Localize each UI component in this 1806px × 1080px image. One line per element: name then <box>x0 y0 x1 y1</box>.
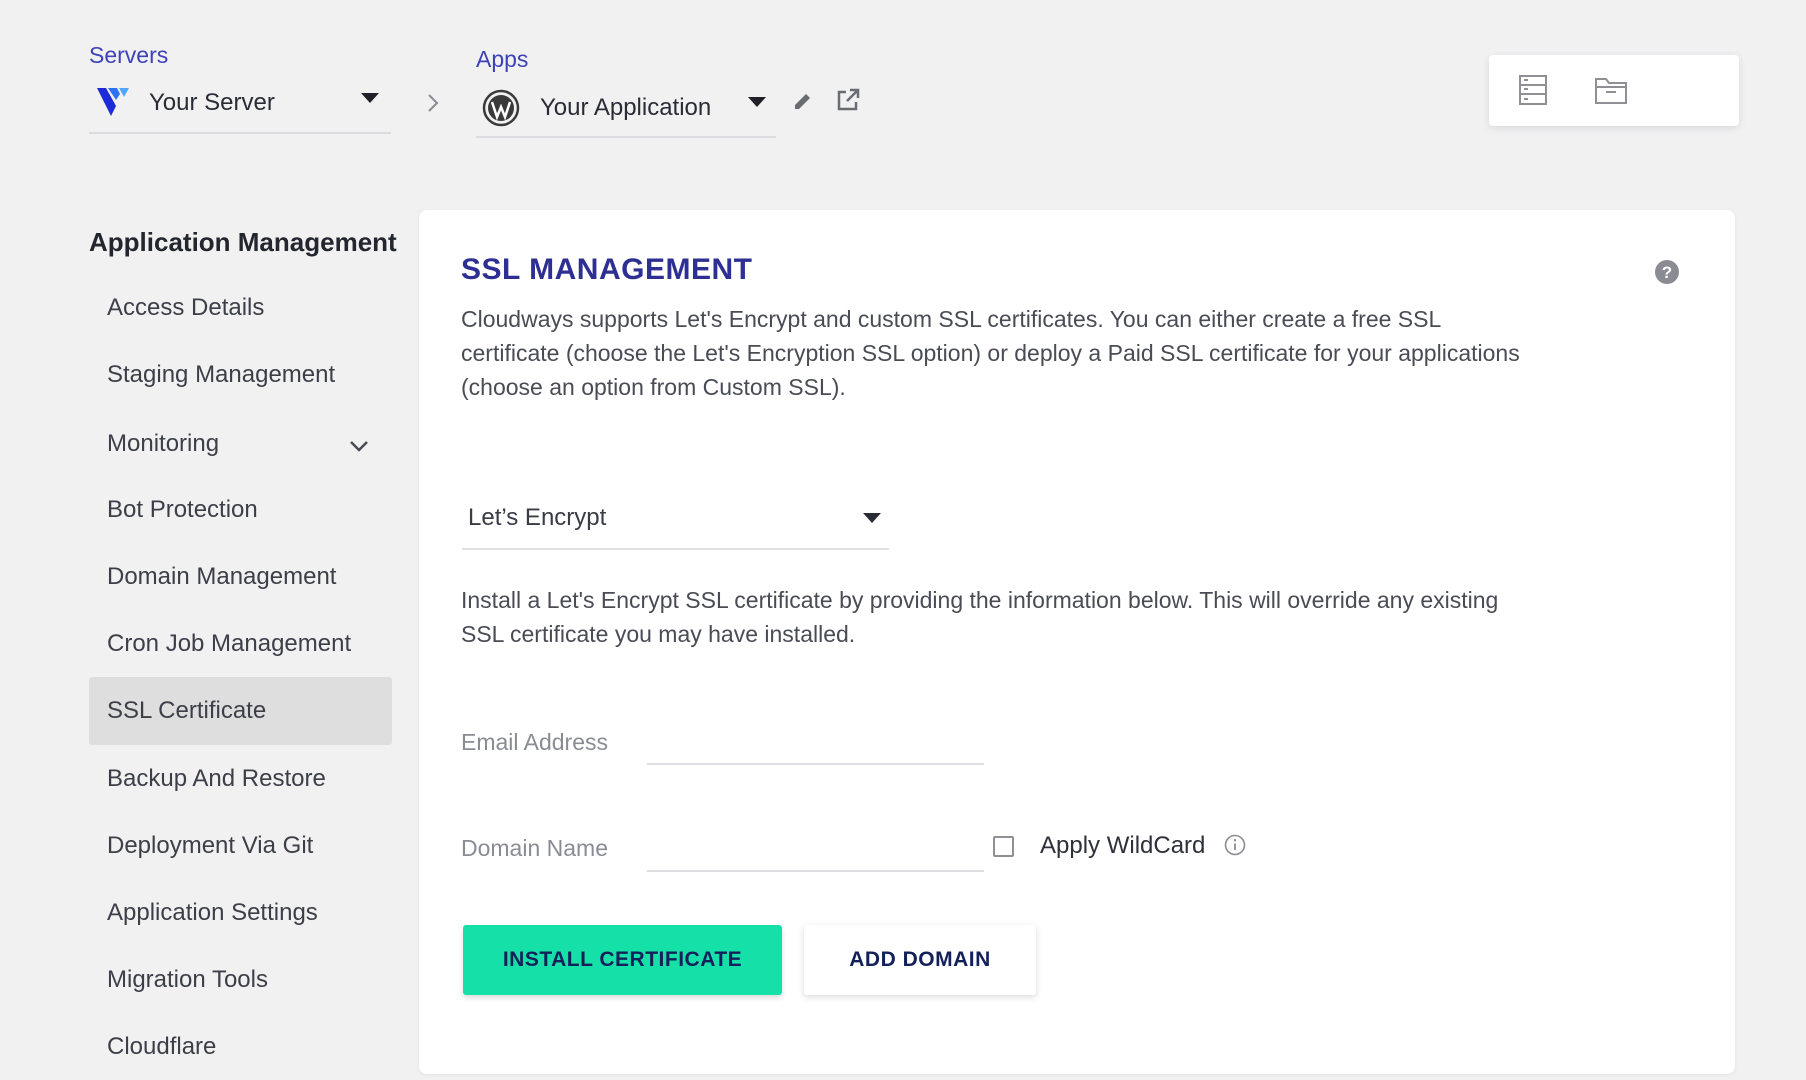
toolbar-panel <box>1489 55 1739 126</box>
sidebar-item-label: Domain Management <box>107 563 337 590</box>
email-field[interactable] <box>647 721 984 765</box>
sidebar-item-label: Migration Tools <box>107 966 268 993</box>
app-name: Your Application <box>540 94 712 121</box>
vultr-logo-icon <box>95 86 131 120</box>
apply-wildcard-checkbox[interactable] <box>993 836 1014 857</box>
sidebar-item-label: Cron Job Management <box>107 630 352 657</box>
sidebar-item-bot-protection[interactable]: Bot Protection <box>89 476 392 544</box>
sidebar-item-label: Bot Protection <box>107 496 258 523</box>
domain-label: Domain Name <box>461 835 608 861</box>
sidebar-item-application-settings[interactable]: Application Settings <box>89 879 392 947</box>
sidebar-item-label: Monitoring <box>107 430 220 457</box>
email-label: Email Address <box>461 729 609 755</box>
caret-down-icon[interactable] <box>748 97 766 107</box>
sidebar-item-cron-job-management[interactable]: Cron Job Management <box>89 610 392 678</box>
sidebar-title: Application Management <box>89 227 397 257</box>
install-info-text: Install a Let's Encrypt SSL certificate … <box>461 587 1499 647</box>
caret-down-icon <box>863 513 881 523</box>
app-selector[interactable]: Your Application <box>476 80 776 138</box>
sidebar-item-label: Cloudflare <box>107 1033 217 1060</box>
sidebar-item-monitoring[interactable]: Monitoring <box>89 410 392 478</box>
chevron-down-icon <box>348 432 370 460</box>
sidebar-item-migration-tools[interactable]: Migration Tools <box>89 946 392 1014</box>
sidebar-item-backup-and-restore[interactable]: Backup And Restore <box>89 745 392 813</box>
server-name: Your Server <box>149 89 275 116</box>
chevron-right-icon <box>426 92 440 119</box>
sidebar-item-label: Deployment Via Git <box>107 832 314 859</box>
domain-name-field[interactable] <box>647 828 984 872</box>
sidebar-item-label: SSL Certificate <box>107 697 267 724</box>
wordpress-logo-icon <box>482 89 520 127</box>
ssl-type-dropdown[interactable]: Let’s Encrypt <box>462 488 889 550</box>
add-domain-button[interactable]: ADD DOMAIN <box>804 925 1036 995</box>
ssl-management-card: SSL MANAGEMENT ? Cloudways supports Let'… <box>419 210 1735 1074</box>
svg-text:?: ? <box>1662 263 1672 282</box>
install-certificate-label: INSTALL CERTIFICATE <box>502 948 743 971</box>
sidebar-item-cloudflare[interactable]: Cloudflare <box>89 1013 392 1080</box>
ssl-type-selected: Let’s Encrypt <box>468 504 607 531</box>
sidebar-item-label: Access Details <box>107 294 265 321</box>
server-selector[interactable]: Your Server <box>89 74 391 134</box>
server-list-icon[interactable] <box>1516 73 1550 107</box>
sidebar-item-label: Application Settings <box>107 899 318 926</box>
apps-label: Apps <box>476 46 529 72</box>
external-link-icon[interactable] <box>834 86 862 114</box>
install-certificate-button[interactable]: INSTALL CERTIFICATE <box>463 925 782 995</box>
help-icon[interactable]: ? <box>1653 258 1681 286</box>
sidebar-item-ssl-certificate[interactable]: SSL Certificate <box>89 677 392 745</box>
folder-icon[interactable] <box>1593 73 1629 107</box>
apply-wildcard-label: Apply WildCard <box>1040 832 1206 859</box>
sidebar-item-label: Backup And Restore <box>107 765 326 792</box>
caret-down-icon[interactable] <box>361 93 379 103</box>
sidebar-item-deployment-via-git[interactable]: Deployment Via Git <box>89 812 392 880</box>
sidebar-item-domain-management[interactable]: Domain Management <box>89 543 392 611</box>
sidebar-item-staging-management[interactable]: Staging Management <box>89 341 392 409</box>
ssl-description: Cloudways supports Let's Encrypt and cus… <box>461 306 1520 400</box>
sidebar-item-label: Staging Management <box>107 361 336 388</box>
sidebar-item-access-details[interactable]: Access Details <box>89 274 392 342</box>
add-domain-label: ADD DOMAIN <box>849 948 991 971</box>
servers-label: Servers <box>89 42 169 68</box>
page-title: SSL MANAGEMENT <box>461 253 753 286</box>
edit-icon[interactable] <box>790 88 816 114</box>
info-icon[interactable] <box>1223 833 1247 857</box>
